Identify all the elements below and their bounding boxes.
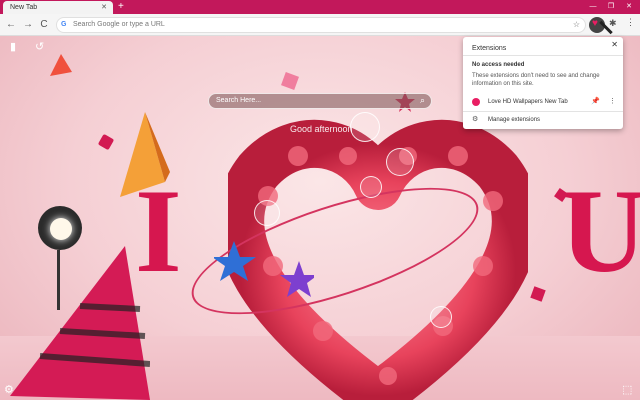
wallpaper-search-input[interactable]: Search Here... ⌕: [208, 93, 432, 109]
bubble: [254, 200, 280, 226]
popup-divider: [463, 111, 623, 112]
popup-close-icon[interactable]: ✕: [611, 40, 618, 49]
manage-extensions-label: Manage extensions: [488, 117, 541, 123]
reload-button[interactable]: C: [37, 18, 51, 32]
popup-heading: No access needed: [472, 62, 525, 68]
settings-gear-icon[interactable]: ⚙: [4, 383, 14, 396]
address-bar[interactable]: G Search Google or type a URL ☆: [56, 17, 586, 33]
hexagon: [97, 133, 115, 151]
address-bar-placeholder: Search Google or type a URL: [73, 21, 165, 28]
red-cube: [530, 286, 546, 302]
manage-extensions-item[interactable]: ⚙ Manage extensions: [463, 113, 623, 127]
window-minimize-button[interactable]: —: [584, 0, 602, 14]
small-cone: [50, 54, 72, 76]
back-button[interactable]: ←: [4, 18, 18, 32]
window-restore-button[interactable]: ❐: [602, 0, 620, 14]
striped-cone: [10, 246, 150, 400]
popup-title: Extensions: [472, 45, 507, 52]
bubble: [386, 148, 414, 176]
new-tab-button[interactable]: +: [118, 1, 124, 13]
fullscreen-icon[interactable]: ⬚: [622, 383, 632, 396]
gear-icon: ⚙: [472, 116, 479, 123]
browser-menu-icon[interactable]: ⋮: [626, 17, 635, 28]
heart-icon: ♥: [592, 18, 598, 29]
orange-cone: [120, 112, 170, 197]
bookmark-star-icon[interactable]: ☆: [573, 20, 580, 29]
popup-description: These extensions don't need to see and c…: [472, 73, 600, 87]
forward-button[interactable]: →: [21, 18, 35, 32]
pink-cube: [281, 72, 299, 90]
search-icon[interactable]: ⌕: [420, 95, 425, 106]
browser-toolbar: ← → C G Search Google or type a URL ☆ ♥ …: [0, 14, 640, 36]
tab-new-tab[interactable]: New Tab ✕: [3, 1, 113, 14]
letter-u: U: [560, 164, 640, 297]
bubble: [430, 306, 452, 328]
pin-icon[interactable]: 📌: [591, 97, 600, 105]
wallpaper-search-placeholder: Search Here...: [216, 97, 262, 104]
extensions-puzzle-icon[interactable]: ✱: [609, 18, 617, 29]
extension-more-icon[interactable]: ⋮: [609, 97, 616, 105]
google-icon: G: [61, 21, 67, 28]
tab-close-icon[interactable]: ✕: [101, 3, 107, 11]
tab-title: New Tab: [10, 4, 38, 11]
extensions-popup: Extensions ✕ No access needed These exte…: [463, 37, 623, 129]
extension-name: Love HD Wallpapers New Tab: [488, 99, 568, 105]
greeting-text: Good afternoon: [290, 124, 353, 134]
tabstrip: New Tab ✕ + — ❐ ✕: [0, 0, 640, 14]
blue-stars: [214, 241, 314, 297]
window-close-button[interactable]: ✕: [620, 0, 638, 14]
popup-divider: [463, 55, 623, 56]
love-extension-icon: [472, 98, 480, 106]
extension-row-love-hd[interactable]: Love HD Wallpapers New Tab 📌 ⋮: [463, 95, 623, 109]
bubble: [350, 112, 380, 142]
history-icon[interactable]: ↺: [35, 40, 44, 53]
bubble: [360, 176, 382, 198]
bookmark-icon[interactable]: ▮: [10, 40, 16, 53]
